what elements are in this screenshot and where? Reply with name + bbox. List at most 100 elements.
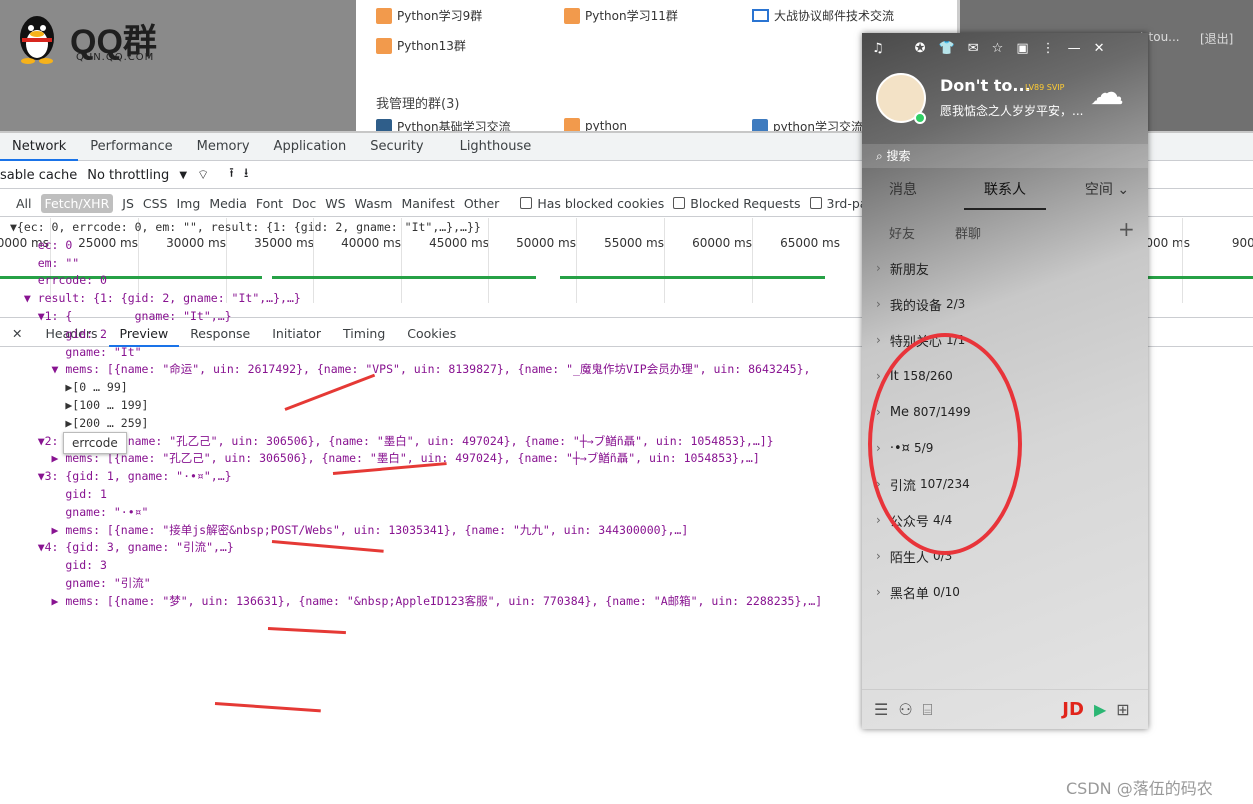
nickname[interactable]: Don't to... xyxy=(940,76,1031,95)
search-input[interactable]: ⌕ 搜索 xyxy=(862,144,1148,168)
download-icon[interactable]: ⭳ xyxy=(244,164,249,186)
group-name: 黑名单 xyxy=(889,586,929,602)
app-manager-icon[interactable]: ⌸ xyxy=(923,700,933,720)
json-line: errcode: 0 xyxy=(10,273,107,288)
search-placeholder: 搜索 xyxy=(886,149,911,163)
tab-security[interactable]: Security xyxy=(358,133,435,161)
json-line[interactable]: ▼2: {mems: [{name: "孔乙己", uin: 306506}, … xyxy=(10,433,890,451)
json-line: gname: "·•¤" xyxy=(10,504,149,519)
mail-icon[interactable]: ✉ xyxy=(968,41,979,56)
vip-badge[interactable]: LV89 SVIP xyxy=(1025,83,1065,92)
bell-icon[interactable]: ♫ xyxy=(872,41,884,56)
tab-space[interactable]: 空间 ⌄ xyxy=(1066,176,1148,210)
filter-font[interactable]: Font xyxy=(256,196,283,211)
tab-network[interactable]: Network xyxy=(0,133,79,161)
shirt-icon[interactable]: 👕 xyxy=(939,41,955,56)
json-line[interactable]: ▶[100 … 199] xyxy=(10,397,890,415)
filter-manifest[interactable]: Manifest xyxy=(401,196,454,211)
tab-memory[interactable]: Memory xyxy=(185,133,262,161)
disable-cache-checkbox[interactable]: sable cache xyxy=(0,168,77,183)
json-line[interactable]: ▼ mems: [{name: "命运", uin: 2617492}, {na… xyxy=(10,361,890,379)
contact-group[interactable]: › 我的设备 2/3 xyxy=(862,286,1148,322)
search-icon: ⌕ xyxy=(876,149,887,163)
video-icon[interactable]: ▶ xyxy=(1094,700,1106,719)
group-name: 大战协议邮件技术交流 xyxy=(774,9,895,23)
json-line: gname: "It" xyxy=(10,344,142,359)
annotation-circle xyxy=(868,333,1022,555)
filter-all[interactable]: All xyxy=(16,196,32,211)
json-line[interactable]: ▼ result: {1: {gid: 2, gname: "It",…},…} xyxy=(10,290,890,308)
tab-lighthouse[interactable]: Lighthouse xyxy=(448,133,544,161)
checkbox-icon xyxy=(809,196,822,209)
badge-icon[interactable]: ✪ xyxy=(915,41,926,56)
json-line[interactable]: ▶ mems: [{name: "接单js解密&nbsp;POST/Webs",… xyxy=(10,522,890,540)
group-name: 我的设备 xyxy=(889,298,942,314)
group-name: 新朋友 xyxy=(889,262,929,278)
filter-other[interactable]: Other xyxy=(464,196,500,211)
contact-subtabs: 好友 群聊 + xyxy=(862,217,1148,243)
group-count: 0/10 xyxy=(932,585,960,599)
contact-group[interactable]: › 陌生人 0/3 xyxy=(862,538,1148,574)
group-link[interactable]: Python13群 xyxy=(376,37,466,54)
tab-application[interactable]: Application xyxy=(262,133,359,161)
filter-css[interactable]: CSS xyxy=(143,196,168,211)
jd-icon[interactable]: JD xyxy=(1062,699,1084,720)
group-name: Python13群 xyxy=(397,39,466,53)
json-line: em: "" xyxy=(10,255,80,270)
filter-media[interactable]: Media xyxy=(209,196,247,211)
more-icon[interactable]: ⋮ xyxy=(1042,41,1055,56)
filter-doc[interactable]: Doc xyxy=(292,196,316,211)
json-line[interactable]: ▼{ec: 0, errcode: 0, em: "", result: {1:… xyxy=(10,219,890,237)
weather-icon[interactable]: ☁ xyxy=(1090,73,1124,113)
tab-friends[interactable]: 好友 xyxy=(889,223,915,242)
group-link[interactable]: Python学习9群 xyxy=(376,7,482,24)
logout-link[interactable]: [退出] xyxy=(1200,30,1233,47)
contact-group[interactable]: › 新朋友 xyxy=(862,250,1148,286)
dropdown-arrow-icon[interactable]: ▼ xyxy=(179,170,187,181)
close-icon[interactable]: ✕ xyxy=(1094,41,1105,56)
json-line[interactable]: ▼4: {gid: 3, gname: "引流",…} xyxy=(10,539,890,557)
group-link[interactable]: Python学习11群 xyxy=(564,7,678,24)
filter-ws[interactable]: WS xyxy=(325,196,345,211)
mail-icon xyxy=(752,9,769,22)
bottom-toolbar: ☰ ⚇ ⌸ JD ▶ ⊞ xyxy=(862,689,1148,729)
menu-icon[interactable]: ☰ xyxy=(874,700,888,719)
apps-grid-icon[interactable]: ⊞ xyxy=(1116,700,1129,719)
tab-contacts[interactable]: 联系人 xyxy=(964,176,1046,210)
wifi-settings-icon[interactable]: ⌔ xyxy=(197,167,209,183)
checkbox-icon xyxy=(520,196,533,209)
blocked-requests-checkbox[interactable]: Blocked Requests xyxy=(673,196,801,211)
group-link[interactable]: 大战协议邮件技术交流 xyxy=(752,7,894,24)
add-icon[interactable]: + xyxy=(1118,217,1135,241)
main-tabs: 消息 联系人 空间 ⌄ xyxy=(862,176,1148,210)
tab-messages[interactable]: 消息 xyxy=(862,176,944,210)
json-line[interactable]: ▶[0 … 99] xyxy=(10,379,890,397)
minimize-icon[interactable]: — xyxy=(1068,41,1081,56)
group-name: Python学习11群 xyxy=(585,9,678,23)
filter-wasm[interactable]: Wasm xyxy=(355,196,393,211)
checkbox-label: Has blocked cookies xyxy=(537,195,665,211)
json-line[interactable]: ▼1: { gname: "It",…} xyxy=(10,308,890,326)
wallet-icon[interactable]: ▣ xyxy=(1016,41,1028,56)
json-line[interactable]: ▶[200 … 259] xyxy=(10,415,890,433)
json-line[interactable]: ▶ mems: [{name: "梦", uin: 136631}, {name… xyxy=(10,593,890,611)
add-friend-icon[interactable]: ⚇ xyxy=(898,700,912,719)
tab-performance[interactable]: Performance xyxy=(78,133,184,161)
tab-groups[interactable]: 群聊 xyxy=(955,223,981,242)
filter-img[interactable]: Img xyxy=(177,196,201,211)
filter-fetch-xhr[interactable]: Fetch/XHR xyxy=(40,193,114,213)
throttling-select[interactable]: No throttling xyxy=(87,168,169,183)
group-icon xyxy=(376,7,392,24)
checkbox-icon xyxy=(673,196,686,209)
star-icon[interactable]: ☆ xyxy=(992,41,1004,56)
filter-js[interactable]: JS xyxy=(122,196,134,211)
chevron-right-icon: › xyxy=(876,333,881,347)
signature[interactable]: 愿我惦念之人岁岁平安，... xyxy=(940,102,1083,119)
json-line[interactable]: ▼3: {gid: 1, gname: "·•¤",…} xyxy=(10,468,890,486)
upload-icon[interactable]: ⭱ xyxy=(229,164,234,186)
timeline-bar xyxy=(1140,276,1253,279)
blocked-cookies-checkbox[interactable]: Has blocked cookies xyxy=(520,196,664,211)
contact-group[interactable]: › 黑名单 0/10 xyxy=(862,574,1148,610)
json-line[interactable]: ▶ mems: [{name: "孔乙己", uin: 306506}, {na… xyxy=(10,450,890,468)
penguin-logo-icon xyxy=(14,12,60,64)
